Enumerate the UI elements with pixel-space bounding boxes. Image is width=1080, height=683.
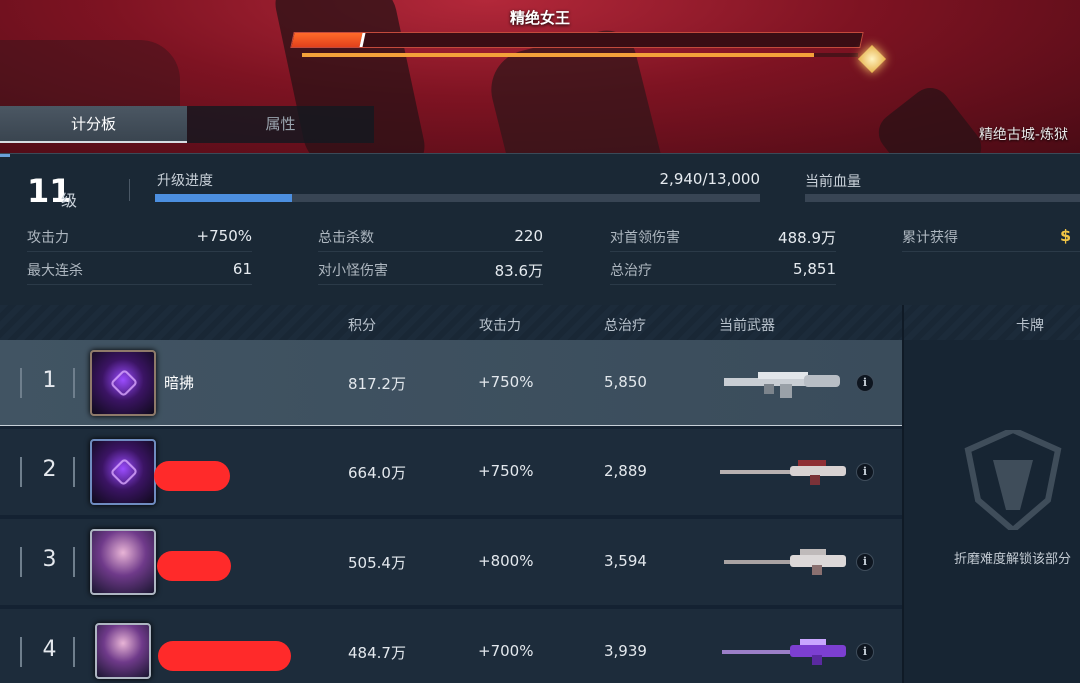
- stat-value: 61: [232, 260, 252, 278]
- stat-value: 488.9万: [778, 229, 836, 247]
- boss-health-bar: [290, 32, 864, 48]
- stat-total-heal: 总治疗 5,851: [610, 255, 836, 285]
- stat-label: 对首领伤害: [610, 230, 680, 246]
- gatling-rifle-icon: [724, 372, 840, 398]
- attack-value: +750%: [478, 462, 534, 480]
- sniper-rifle-icon: [724, 549, 846, 575]
- heal-value: 5,850: [604, 373, 647, 391]
- location-label: 精绝古城-炼狱: [978, 127, 1068, 143]
- leaderboard-row[interactable]: 2 664.0万 +750% 2,889 i: [0, 429, 902, 515]
- sniper-rifle-icon: [720, 460, 846, 485]
- hp-bar: [805, 194, 1080, 202]
- stat-value: 5,851: [793, 260, 836, 278]
- redacted-name: [158, 641, 291, 671]
- weapon-info-button[interactable]: i: [856, 643, 874, 661]
- player-name: 暗拂: [164, 374, 195, 392]
- stat-total-earned: 累计获得 $: [902, 222, 1080, 252]
- boss-name: 精绝女王: [509, 9, 570, 27]
- xp-label: 升级进度: [157, 173, 213, 189]
- rank-number: 3: [42, 547, 57, 572]
- boss-shield-fill: [302, 53, 814, 57]
- column-cards: 卡牌: [1016, 318, 1044, 334]
- column-heal: 总治疗: [604, 318, 646, 334]
- divider: [129, 179, 130, 201]
- stat-label: 最大连杀: [27, 263, 83, 279]
- rank-frame: 2: [20, 457, 75, 487]
- rank-number: 1: [42, 368, 57, 393]
- leaderboard-header: 积分 攻击力 总治疗 当前武器: [0, 305, 902, 340]
- weapon-info-button[interactable]: i: [856, 553, 874, 571]
- rank-frame: 1: [20, 368, 75, 398]
- leaderboard: 积分 攻击力 总治疗 当前武器 1 暗拂 817.2万 +750% 5,850 …: [0, 305, 902, 683]
- hp-label: 当前血量: [805, 174, 861, 190]
- leaderboard-row[interactable]: 3 505.4万 +800% 3,594 i: [0, 519, 902, 605]
- score-value: 664.0万: [348, 464, 406, 482]
- sniper-rifle-icon: [722, 639, 846, 665]
- stat-value: 83.6万: [494, 262, 543, 280]
- xp-progress-bar: [155, 194, 760, 202]
- rank-number: 2: [42, 457, 57, 482]
- xp-value: 2,940/13,000: [659, 170, 760, 188]
- stat-attack: 攻击力 +750%: [27, 222, 252, 252]
- cards-header: [904, 305, 1080, 340]
- stat-label: 总治疗: [610, 263, 652, 279]
- column-weapon: 当前武器: [719, 318, 775, 334]
- stat-label: 总击杀数: [318, 230, 374, 246]
- emblem-icon: [109, 368, 139, 398]
- heal-value: 2,889: [604, 462, 647, 480]
- score-value: 817.2万: [348, 375, 406, 393]
- stat-value: 220: [514, 227, 543, 245]
- stat-total-kills: 总击杀数 220: [318, 222, 543, 252]
- leaderboard-row[interactable]: 1 暗拂 817.2万 +750% 5,850 i: [0, 340, 902, 426]
- rank-frame: 4: [20, 637, 75, 667]
- attack-value: +800%: [478, 552, 534, 570]
- player-avatar[interactable]: [90, 350, 156, 416]
- stat-label: 攻击力: [27, 230, 69, 246]
- column-score: 积分: [348, 318, 376, 334]
- tab-attributes[interactable]: 属性: [187, 106, 374, 143]
- tab-scoreboard[interactable]: 计分板: [0, 106, 187, 143]
- stat-boss-damage: 对首领伤害 488.9万: [610, 222, 836, 252]
- weapon-info-button[interactable]: i: [856, 463, 874, 481]
- emblem-icon: [109, 457, 139, 487]
- stat-value: +750%: [196, 227, 252, 245]
- background-rock: [0, 40, 180, 110]
- stat-minion-damage: 对小怪伤害 83.6万: [318, 255, 543, 285]
- tab-bar: 计分板 属性: [0, 106, 374, 143]
- stat-label: 累计获得: [902, 230, 958, 246]
- score-value: 505.4万: [348, 554, 406, 572]
- boss-rank-gem-icon: [857, 44, 887, 74]
- game-logo-icon: [964, 430, 1062, 530]
- cards-locked-message: 折磨难度解锁该部分: [954, 552, 1072, 567]
- player-stats-panel: 11 级 升级进度 2,940/13,000 当前血量 攻击力 +750% 总击…: [0, 153, 1080, 305]
- rank-number: 4: [42, 637, 57, 662]
- coin-icon: $: [1060, 226, 1072, 245]
- player-avatar[interactable]: [90, 529, 156, 595]
- rank-frame: 3: [20, 547, 75, 577]
- leaderboard-row[interactable]: 4 484.7万 +700% 3,939 i: [0, 609, 902, 683]
- attack-value: +750%: [478, 373, 534, 391]
- heal-value: 3,594: [604, 552, 647, 570]
- heal-value: 3,939: [604, 642, 647, 660]
- xp-progress-fill: [155, 194, 292, 202]
- panel-accent: [0, 154, 10, 157]
- boss-health-fill: [291, 33, 363, 47]
- score-value: 484.7万: [348, 644, 406, 662]
- stat-max-streak: 最大连杀 61: [27, 255, 252, 285]
- attack-value: +700%: [478, 642, 534, 660]
- redacted-name: [154, 461, 230, 491]
- column-attack: 攻击力: [479, 318, 521, 334]
- weapon-info-button[interactable]: i: [856, 374, 874, 392]
- redacted-name: [157, 551, 231, 581]
- player-level-unit: 级: [61, 191, 78, 210]
- stat-label: 对小怪伤害: [318, 263, 388, 279]
- player-avatar[interactable]: [90, 439, 156, 505]
- background-rock: [870, 79, 990, 153]
- player-avatar[interactable]: [95, 623, 151, 679]
